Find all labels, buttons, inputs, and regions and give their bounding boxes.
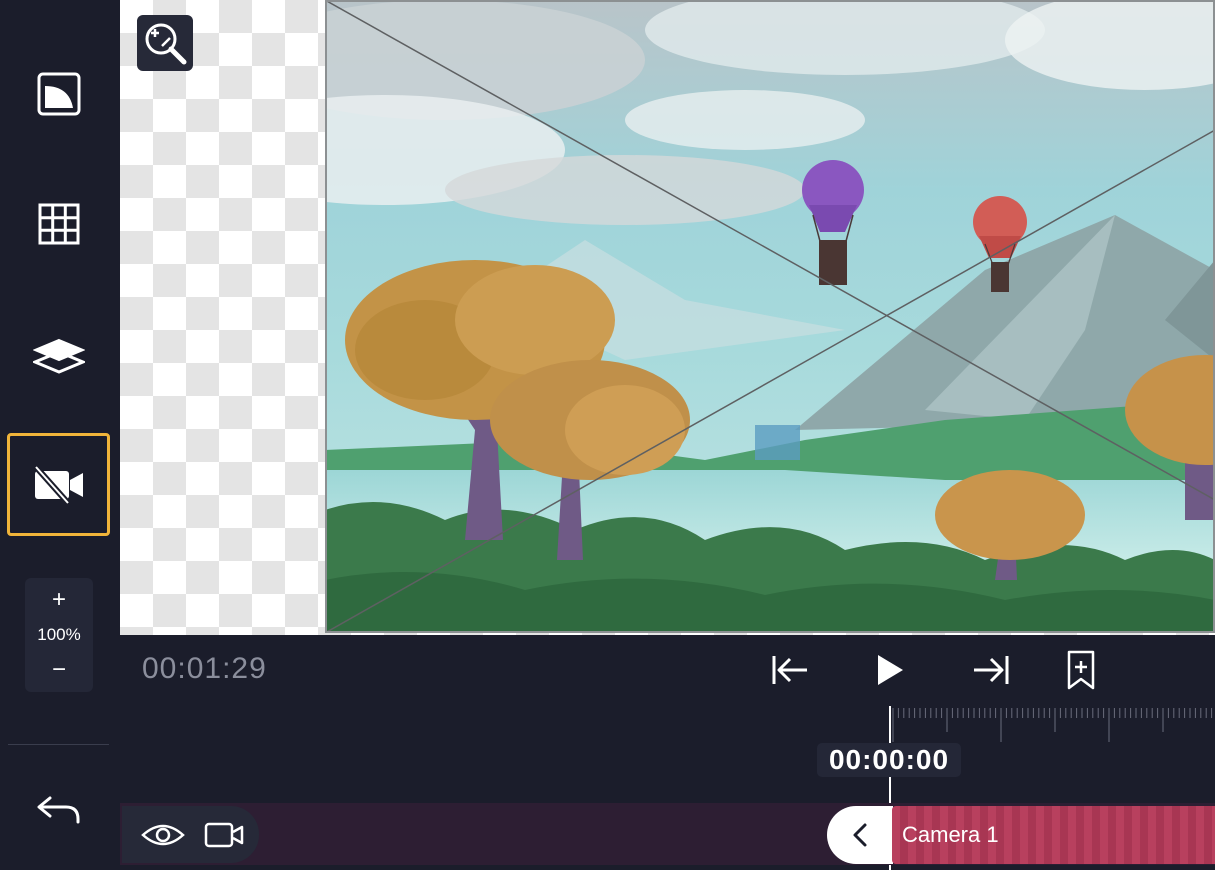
timeline-ruler[interactable] [890,700,1215,745]
play-icon [878,655,903,685]
zoom-level: 100% [37,625,81,644]
track-controls [122,806,259,863]
zoom-magnifier-icon [145,23,187,65]
skip-to-start-button[interactable] [765,645,815,695]
skip-to-end-icon [974,656,1009,684]
canvas-shape-button[interactable] [7,42,110,145]
track-type-button[interactable] [196,806,251,863]
eye-icon [140,824,185,845]
track-visibility-button[interactable] [135,806,190,863]
canvas-corner-icon [37,72,80,115]
layers-icon [32,338,85,374]
current-timecode: 00:01:29 [142,652,267,685]
grid-icon [38,203,79,244]
layers-button[interactable] [7,304,110,407]
skip-to-start-icon [772,656,807,684]
video-camera-icon [204,822,243,847]
play-button[interactable] [865,645,915,695]
grid-button[interactable] [7,172,110,275]
add-bookmark-icon [1067,650,1095,690]
undo-button[interactable] [7,758,110,861]
zoom-in-button[interactable]: + [52,588,66,612]
camera-toggle-button[interactable] [7,433,110,536]
left-toolbar: + 100% − [0,0,120,870]
skip-to-end-button[interactable] [966,645,1016,695]
playhead-time: 00:00:00 [817,743,961,777]
zoom-out-button[interactable]: − [52,658,66,682]
chevron-left-icon [853,823,867,847]
sidebar-divider [8,744,109,745]
scene-artwork[interactable] [325,0,1215,633]
camera-clip[interactable]: Camera 1 [892,806,1215,864]
undo-arrow-icon [37,796,79,823]
zoom-tool-button[interactable] [137,15,193,71]
camera-clip-label: Camera 1 [902,822,999,847]
track-collapse-button[interactable] [827,806,893,864]
add-bookmark-button[interactable] [1056,645,1106,695]
camera-off-icon [33,464,83,505]
zoom-control: + 100% − [25,578,93,692]
